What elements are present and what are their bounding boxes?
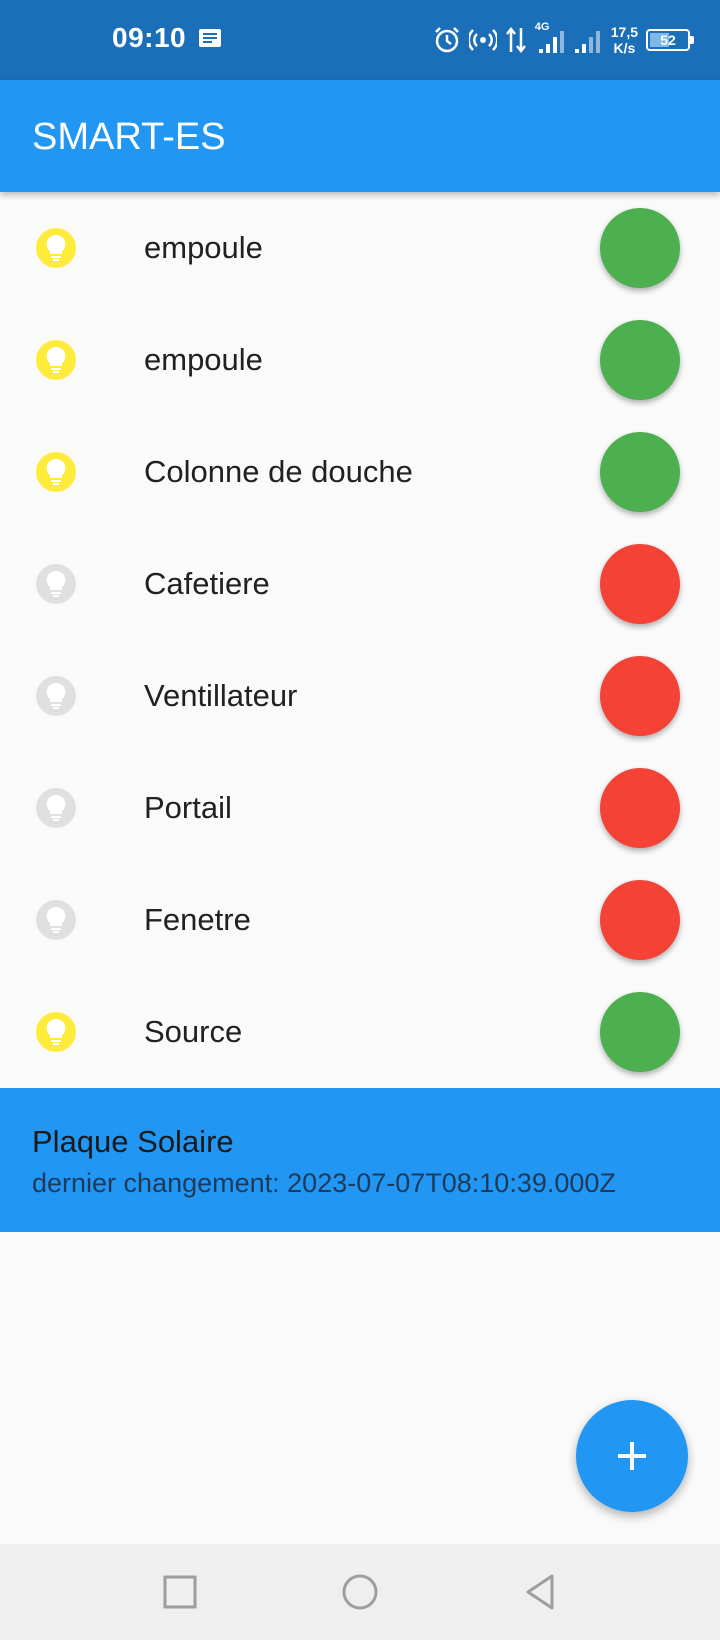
device-toggle-button[interactable]	[600, 656, 680, 736]
lightbulb-icon	[36, 452, 76, 492]
device-name: Ventillateur	[144, 678, 298, 713]
device-toggle-button[interactable]	[600, 544, 680, 624]
device-row: Portail	[0, 752, 720, 864]
home-circle-icon[interactable]	[340, 1572, 380, 1612]
lightbulb-icon	[36, 564, 76, 604]
battery-level: 52	[660, 32, 676, 48]
status-time: 09:10	[112, 22, 187, 53]
back-triangle-icon[interactable]	[520, 1572, 560, 1612]
lightbulb-icon	[36, 228, 76, 268]
net-speed: 17,5 K/s	[611, 24, 638, 56]
lightbulb-icon	[36, 340, 76, 380]
device-name: Fenetre	[144, 902, 251, 937]
lightbulb-icon	[36, 788, 76, 828]
alarm-icon	[433, 26, 461, 54]
device-name: Cafetiere	[144, 566, 270, 601]
battery-icon: 52	[646, 29, 694, 51]
net-speed-value: 17,5	[610, 24, 638, 40]
device-toggle-button[interactable]	[600, 320, 680, 400]
device-row: Ventillateur	[0, 640, 720, 752]
lightbulb-icon	[36, 900, 76, 940]
device-row: empoule	[0, 304, 720, 416]
device-toggle-button[interactable]	[600, 768, 680, 848]
lightbulb-icon	[36, 676, 76, 716]
device-name: Source	[144, 1014, 243, 1049]
message-icon	[198, 28, 222, 50]
device-toggle-button[interactable]	[600, 992, 680, 1072]
device-row: Source	[0, 976, 720, 1088]
status-icons: 4G 17,5 K/s 52	[433, 21, 694, 58]
navigation-bar	[0, 1544, 720, 1640]
add-device-button[interactable]	[576, 1400, 688, 1512]
device-toggle-button[interactable]	[600, 432, 680, 512]
device-name: empoule	[144, 230, 263, 265]
device-name: Portail	[144, 790, 232, 825]
device-list: empoule empoule Colonne de douche Cafeti…	[0, 192, 720, 1088]
lightbulb-icon	[36, 1012, 76, 1052]
signal-icon: 4G	[535, 21, 565, 55]
app-title: SMART-ES	[32, 116, 226, 158]
device-name: empoule	[144, 342, 263, 377]
solar-panel-card[interactable]: Plaque Solaire dernier changement: 2023-…	[0, 1088, 720, 1232]
hotspot-icon	[468, 26, 497, 54]
device-row: Fenetre	[0, 864, 720, 976]
status-bar: 09:10 4G 17,5 K/s 52	[0, 0, 720, 80]
device-row: empoule	[0, 192, 720, 304]
app-bar: SMART-ES	[0, 80, 720, 192]
device-row: Colonne de douche	[0, 416, 720, 528]
plus-icon	[618, 1442, 646, 1470]
device-name: Colonne de douche	[144, 454, 413, 489]
solar-panel-title: Plaque Solaire	[32, 1124, 234, 1159]
recents-square-icon[interactable]	[160, 1572, 200, 1612]
net-speed-unit: K/s	[613, 40, 636, 56]
device-toggle-button[interactable]	[600, 880, 680, 960]
device-row: Cafetiere	[0, 528, 720, 640]
device-toggle-button[interactable]	[600, 208, 680, 288]
data-transfer-icon	[505, 26, 527, 54]
solar-panel-last-change: dernier changement: 2023-07-07T08:10:39.…	[32, 1168, 616, 1198]
signal-icon	[573, 25, 603, 55]
